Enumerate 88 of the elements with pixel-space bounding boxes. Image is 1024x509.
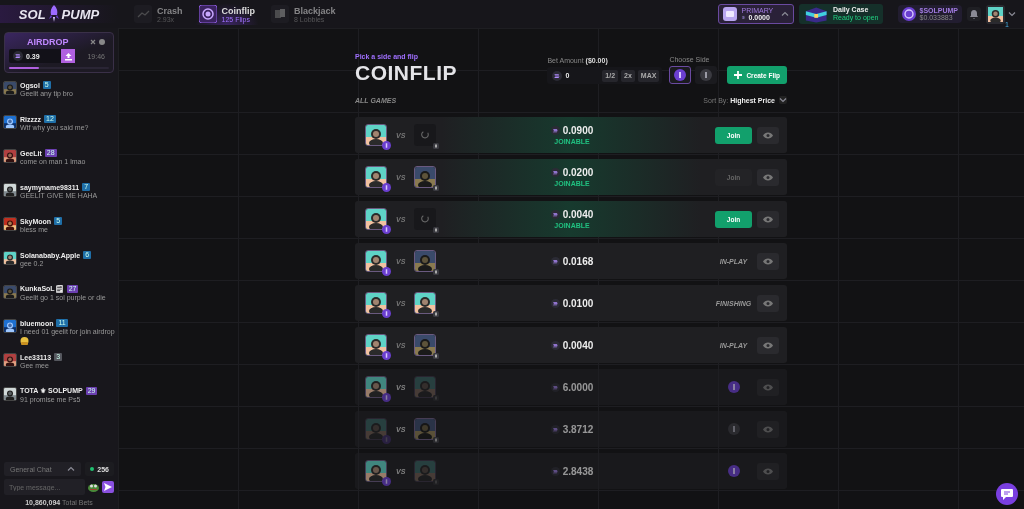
sol-coin-icon: [550, 340, 560, 350]
side-coin-icon: [433, 353, 440, 359]
side-button[interactable]: [695, 66, 718, 84]
sol-coin-icon: [13, 51, 23, 61]
eye-icon: [763, 425, 773, 433]
side-coin-icon: [382, 393, 391, 402]
frog-icon: [88, 482, 99, 492]
bet-amount: 3.8712: [562, 423, 594, 435]
side-coin-icon: [433, 185, 440, 191]
side-coin-icon: [382, 183, 391, 192]
side-coin-icon: [674, 69, 687, 81]
side-coin-icon: [433, 143, 440, 149]
logo-text: PUMP: [61, 6, 100, 22]
side-coin-icon: [433, 269, 440, 275]
caret-icon: [781, 10, 790, 18]
eye-icon: [763, 257, 773, 265]
side-coin-icon: [433, 311, 440, 317]
rocket-icon: [47, 5, 60, 23]
send-icon: [104, 483, 112, 491]
side-coin-icon: [382, 225, 391, 234]
side-coin-icon: [382, 141, 391, 150]
bet-amount: 6.0000: [562, 381, 594, 393]
side-coin-icon: [382, 477, 391, 486]
chart-icon: [134, 5, 152, 23]
sol-coin-icon: [550, 424, 560, 434]
view-button[interactable]: [757, 378, 779, 396]
view-button[interactable]: [757, 294, 779, 312]
token-icon: [902, 7, 917, 21]
sol-coin-icon: [552, 70, 563, 81]
eye-icon: [763, 383, 773, 391]
bet-amount: 0.0900: [562, 125, 594, 136]
view-button[interactable]: [757, 210, 779, 228]
side-coin-icon: [433, 227, 440, 233]
side-coin-icon: [433, 437, 440, 443]
side-coin-icon: [433, 479, 440, 485]
bet-amount: 2.8438: [562, 465, 594, 477]
eye-icon: [763, 131, 773, 139]
view-button[interactable]: [757, 336, 779, 354]
view-button[interactable]: [757, 462, 779, 480]
side-coin-icon: [382, 435, 391, 444]
bell-icon: [969, 9, 979, 19]
side-button[interactable]: [669, 66, 692, 84]
notifications-button[interactable]: [967, 7, 981, 21]
chat-icon: [1001, 488, 1013, 500]
side-coin-icon: [700, 69, 713, 81]
bet-amount: 0.0040: [562, 339, 594, 351]
view-button[interactable]: [757, 168, 779, 186]
view-button[interactable]: [757, 420, 779, 438]
bet-amount: 0.0040: [562, 209, 594, 220]
coin-icon: [198, 5, 217, 23]
sol-coin-icon: [550, 298, 560, 308]
side-coin-icon: [433, 395, 440, 401]
close-icon: [90, 39, 96, 45]
eye-icon: [763, 215, 773, 223]
sol-coin-icon: [550, 210, 560, 219]
claim-button[interactable]: [61, 49, 75, 63]
send-button[interactable]: [102, 481, 114, 493]
sol-coin-icon: [550, 256, 560, 266]
sol-coin-icon: [550, 382, 560, 392]
chest-icon: [804, 5, 829, 23]
airdrop-title: AIRDROP: [27, 37, 69, 47]
side-coin-icon: [382, 351, 391, 360]
wallet-icon: [723, 7, 738, 21]
view-button[interactable]: [757, 126, 779, 144]
eye-icon: [763, 467, 773, 475]
caret-icon: [779, 96, 787, 104]
eye-icon: [763, 341, 773, 349]
logo-text: SOL: [18, 6, 46, 22]
info-icon: [99, 39, 105, 45]
plus-icon: [734, 71, 743, 79]
page-title: COINFLIP: [355, 62, 457, 84]
eye-icon: [763, 299, 773, 307]
bet-amount: 0.0200: [562, 167, 594, 178]
side-coin-icon: [382, 309, 391, 318]
sol-coin-icon: [550, 466, 560, 476]
sol-coin-icon: [550, 168, 560, 177]
online-dot-icon: [90, 467, 95, 471]
caret-icon: [67, 465, 76, 473]
upload-icon: [63, 51, 73, 61]
side-coin-icon: [382, 267, 391, 276]
view-button[interactable]: [757, 252, 779, 270]
bet-amount: 0.0100: [562, 297, 594, 309]
caret-icon: [1008, 10, 1016, 18]
eye-icon: [763, 173, 773, 181]
cards-icon: [271, 5, 289, 23]
sol-coin-icon: [550, 126, 560, 135]
sol-coin-icon: [741, 15, 747, 20]
bet-amount: 0.0168: [562, 255, 594, 267]
